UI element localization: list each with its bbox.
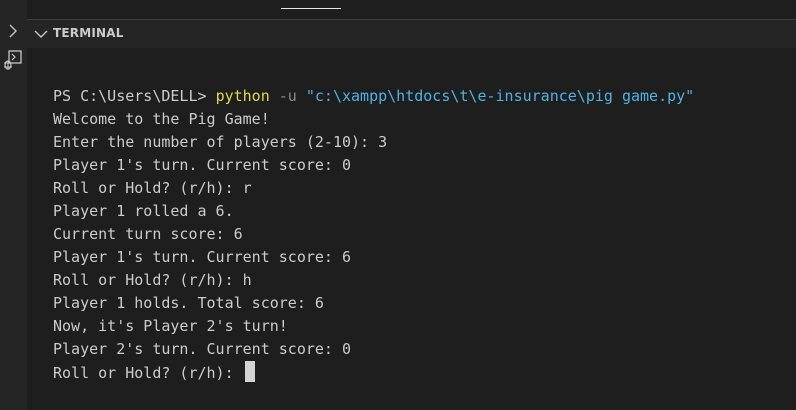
tab-terminal[interactable]: TERMINAL <box>281 0 341 19</box>
terminal-command-flag: -u <box>269 87 306 105</box>
tab-ports[interactable]: PORTS <box>209 0 247 19</box>
terminal-prompt: PS C:\Users\DELL> <box>53 87 216 105</box>
left-activity-strip <box>0 0 27 410</box>
terminal-output-line: Welcome to the Pig Game! <box>53 110 270 128</box>
tab-problems[interactable]: PROBLEMS <box>51 0 115 19</box>
tab-output[interactable]: OUTPUT <box>125 0 173 19</box>
terminal-output-line: Enter the number of players (2-10): 3 <box>53 133 388 151</box>
panel-tab-strip: PROBLEMS OUTPUT PORTS TERMINAL <box>27 0 796 19</box>
terminal-output-line: Player 1's turn. Current score: 6 <box>53 248 352 266</box>
chevron-down-icon[interactable] <box>33 26 49 42</box>
panel-title: TERMINAL <box>53 26 124 40</box>
terminal-output-line: Now, it's Player 2's turn! <box>53 317 288 335</box>
terminal-lines: PS C:\Users\DELL> python -u "c:\xampp\ht… <box>53 85 694 384</box>
terminal-output[interactable]: PS C:\Users\DELL> python -u "c:\xampp\ht… <box>27 48 796 410</box>
terminal-input-prompt: Roll or Hold? (r/h): <box>53 364 243 382</box>
terminal-output-line: Roll or Hold? (r/h): h <box>53 271 252 289</box>
terminal-cursor[interactable] <box>244 361 255 382</box>
terminal-input-line[interactable]: Roll or Hold? (r/h): <box>53 361 694 384</box>
terminal-command-argument: "c:\xampp\htdocs\t\e-insurance\pig game.… <box>305 87 695 105</box>
vscode-panel-window: PROBLEMS OUTPUT PORTS TERMINAL TERMINAL … <box>0 0 796 410</box>
terminal-output-line: Player 1's turn. Current score: 0 <box>53 156 352 174</box>
terminal-output-line: Player 2's turn. Current score: 0 <box>53 340 352 358</box>
terminal-output-line: Current turn score: 6 <box>53 225 243 243</box>
terminal-output-line: Player 1 rolled a 6. <box>53 202 234 220</box>
terminal-panel-header: TERMINAL <box>27 19 796 48</box>
terminal-output-line: Roll or Hold? (r/h): r <box>53 179 252 197</box>
debug-console-icon[interactable] <box>2 49 24 71</box>
terminal-command: python <box>215 87 270 105</box>
chevron-right-icon[interactable] <box>6 24 20 38</box>
terminal-output-line: Player 1 holds. Total score: 6 <box>53 294 324 312</box>
terminal-command-line: PS C:\Users\DELL> python -u "c:\xampp\ht… <box>53 85 694 108</box>
